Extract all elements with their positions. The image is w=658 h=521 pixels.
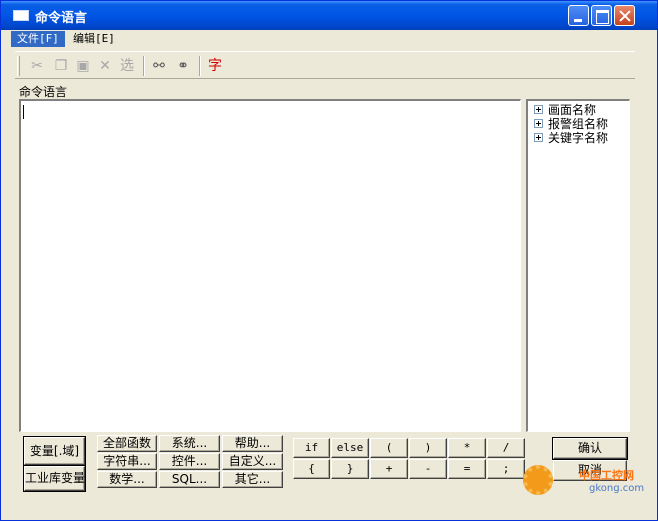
help-button[interactable]: 帮助... — [222, 435, 283, 452]
expand-plus-icon[interactable] — [534, 105, 543, 114]
menu-bar: 文件[F] 编辑[E] — [5, 30, 653, 48]
command-editor[interactable] — [19, 99, 521, 432]
copy-icon[interactable]: ❐ — [51, 56, 71, 76]
variable-button[interactable]: 变量[.域] — [23, 436, 86, 466]
close-paren-button[interactable]: ) — [409, 438, 447, 458]
tree-item-screen-names[interactable]: 画面名称 — [534, 103, 596, 117]
toolbar-grip[interactable] — [17, 56, 20, 76]
system-button[interactable]: 系统... — [159, 435, 220, 452]
maximize-button[interactable] — [591, 5, 612, 26]
open-paren-button[interactable]: ( — [370, 438, 408, 458]
toolbar: ✂ ❐ ▣ ✕ 选 ⚯ ⚭ 字 — [15, 51, 635, 79]
name-tree: 画面名称 报警组名称 关键字名称 — [526, 99, 630, 432]
menu-file[interactable]: 文件[F] — [11, 31, 65, 47]
multiply-button[interactable]: * — [448, 438, 486, 458]
watermark-url: gkong.com — [589, 483, 645, 494]
close-brace-button[interactable]: } — [331, 459, 369, 479]
editor-label: 命令语言 — [19, 85, 68, 99]
scissors-icon[interactable]: ✂ — [27, 56, 47, 76]
other-button[interactable]: 其它... — [222, 471, 283, 488]
font-button[interactable]: 字 — [205, 56, 225, 76]
tree-item-keyword-names[interactable]: 关键字名称 — [534, 131, 608, 145]
binoculars-icon[interactable]: ⚯ — [149, 56, 169, 76]
gear-logo-icon — [523, 465, 553, 495]
delete-x-icon[interactable]: ✕ — [95, 56, 115, 76]
expand-plus-icon[interactable] — [534, 119, 543, 128]
window-icon — [13, 10, 29, 21]
watermark: 中国工控网 gkong.com — [523, 463, 653, 503]
sql-button[interactable]: SQL... — [159, 471, 220, 488]
math-button[interactable]: 数学... — [97, 471, 157, 488]
library-variable-button[interactable]: 工业库变量 — [23, 465, 86, 492]
equals-button[interactable]: = — [448, 459, 486, 479]
custom-button[interactable]: 自定义... — [222, 453, 283, 470]
divide-button[interactable]: / — [487, 438, 525, 458]
else-button[interactable]: else — [331, 438, 369, 458]
tree-item-alarm-group-names[interactable]: 报警组名称 — [534, 117, 608, 131]
open-brace-button[interactable]: { — [293, 459, 330, 479]
all-functions-button[interactable]: 全部函数 — [97, 435, 157, 452]
menu-edit[interactable]: 编辑[E] — [67, 31, 121, 47]
confirm-button[interactable]: 确认 — [552, 437, 628, 460]
string-button[interactable]: 字符串... — [97, 453, 157, 470]
select-button[interactable]: 选 — [117, 56, 137, 76]
toolbar-separator — [143, 56, 145, 76]
title-bar[interactable]: 命令语言 — [1, 1, 657, 30]
minimize-button[interactable] — [568, 5, 589, 26]
window-title: 命令语言 — [35, 11, 88, 26]
plus-button[interactable]: + — [370, 459, 408, 479]
close-button[interactable] — [614, 5, 635, 26]
paste-icon[interactable]: ▣ — [73, 56, 93, 76]
toolbar-separator — [199, 56, 201, 76]
expand-plus-icon[interactable] — [534, 133, 543, 142]
if-button[interactable]: if — [293, 438, 330, 458]
control-button[interactable]: 控件... — [159, 453, 220, 470]
semicolon-button[interactable]: ; — [487, 459, 525, 479]
text-caret — [23, 105, 24, 119]
command-language-window: 命令语言 文件[F] 编辑[E] ✂ ❐ ▣ ✕ 选 ⚯ ⚭ 字 命令语言 画面… — [0, 0, 658, 521]
replace-icon[interactable]: ⚭ — [173, 56, 193, 76]
watermark-text: 中国工控网 — [579, 469, 634, 482]
minus-button[interactable]: - — [409, 459, 447, 479]
